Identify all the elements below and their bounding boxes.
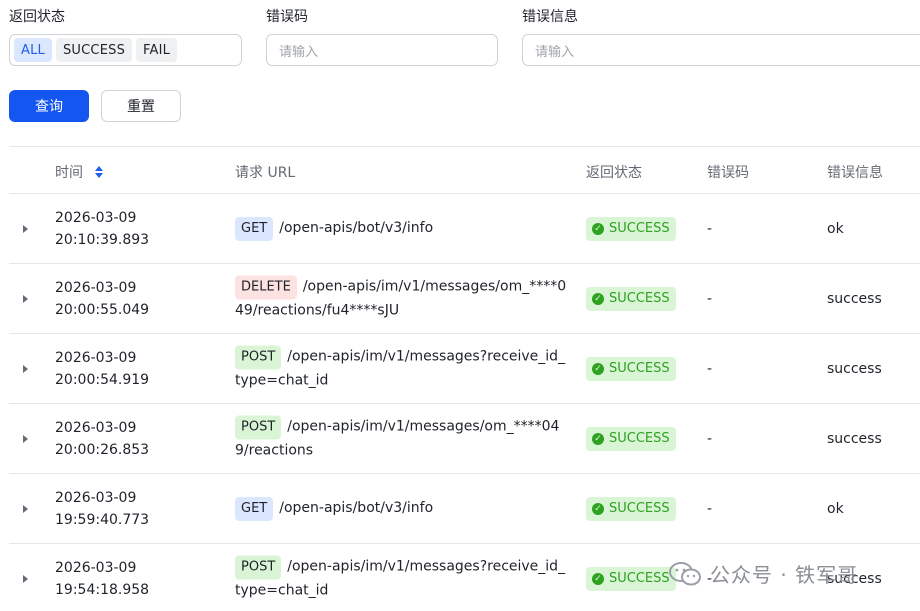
request-date: 2026-03-09 [55, 349, 137, 366]
table-header: 时间 请求 URL 返回状态 错误码 错误信息 [9, 146, 920, 194]
wechat-icon [668, 561, 702, 587]
request-clock: 20:00:55.049 [55, 301, 150, 318]
table-row[interactable]: 2026-03-09 20:00:54.919 POST/open-apis/im/… [9, 334, 920, 404]
request-url: GET/open-apis/bot/v3/info [235, 216, 570, 241]
status-badge: ✓ SUCCESS [586, 566, 676, 591]
http-method-badge: GET [235, 216, 274, 241]
watermark: 公众号 · 铁军哥 [668, 559, 858, 588]
request-date: 2026-03-09 [55, 559, 137, 576]
request-time: 2026-03-09 20:00:54.919 [55, 347, 149, 391]
error-code-value: - [707, 360, 713, 377]
table-row[interactable]: 2026-03-09 19:59:40.773 GET/open-apis/bot/… [9, 474, 920, 544]
error-code-filter-label: 错误码 [266, 9, 308, 25]
request-date: 2026-03-09 [55, 419, 137, 436]
watermark-text: 公众号 · 铁军哥 [710, 563, 859, 587]
check-circle-icon: ✓ [592, 432, 604, 445]
request-clock: 19:59:40.773 [55, 511, 150, 528]
expand-row-icon[interactable] [23, 504, 28, 513]
status-badge: ✓ SUCCESS [586, 496, 676, 521]
http-method-badge: POST [235, 415, 282, 439]
status-text: SUCCESS [609, 431, 670, 446]
check-circle-icon: ✓ [592, 222, 604, 235]
check-circle-icon: ✓ [592, 572, 604, 585]
request-url-path: /open-apis/bot/v3/info [279, 219, 434, 236]
expand-row-icon[interactable] [23, 434, 28, 443]
request-date: 2026-03-09 [55, 279, 137, 296]
column-time-label: 时间 [55, 165, 83, 181]
check-circle-icon: ✓ [592, 362, 604, 375]
status-text: SUCCESS [609, 571, 670, 586]
status-text: SUCCESS [609, 291, 670, 306]
request-time: 2026-03-09 20:00:55.049 [55, 277, 149, 321]
expand-row-icon[interactable] [23, 574, 28, 583]
status-option-fail[interactable]: FAIL [136, 38, 178, 62]
request-date: 2026-03-09 [55, 489, 137, 506]
status-option-all[interactable]: ALL [14, 38, 52, 62]
check-circle-icon: ✓ [592, 502, 604, 515]
request-url: GET/open-apis/bot/v3/info [235, 496, 570, 521]
status-badge: ✓ SUCCESS [586, 286, 676, 311]
request-time: 2026-03-09 20:00:26.853 [55, 417, 149, 461]
request-url: POST/open-apis/im/v1/messages/om_****049… [235, 415, 570, 462]
request-url-path: /open-apis/im/v1/messages?receive_id_typ… [235, 558, 566, 598]
expand-row-icon[interactable] [23, 224, 28, 233]
error-msg-input[interactable]: 请输入 [522, 34, 920, 66]
error-code-value: - [707, 500, 713, 517]
status-text: SUCCESS [609, 361, 670, 376]
http-method-badge: POST [235, 345, 282, 369]
http-method-badge: GET [235, 496, 274, 521]
request-url-path: /open-apis/im/v1/messages?receive_id_typ… [235, 348, 566, 388]
table-row[interactable]: 2026-03-09 20:00:26.853 POST/open-apis/im/… [9, 404, 920, 474]
status-filter-label: 返回状态 [9, 9, 65, 25]
column-error-code: 错误码 [707, 165, 749, 181]
request-url-path: /open-apis/bot/v3/info [279, 499, 434, 516]
request-url: POST/open-apis/im/v1/messages?receive_id… [235, 345, 570, 392]
request-url: DELETE/open-apis/im/v1/messages/om_****0… [235, 275, 570, 322]
request-clock: 19:54:18.958 [55, 581, 150, 598]
error-msg-filter-label: 错误信息 [522, 9, 578, 25]
error-msg-value: success [827, 360, 882, 377]
table-row[interactable]: 2026-03-09 20:10:39.893 GET/open-apis/bot/… [9, 194, 920, 264]
request-url-path: /open-apis/im/v1/messages/om_****049/rea… [235, 418, 560, 458]
column-error-msg: 错误信息 [827, 165, 883, 181]
request-clock: 20:10:39.893 [55, 231, 150, 248]
column-status: 返回状态 [586, 165, 642, 181]
error-code-value: - [707, 430, 713, 447]
request-log-table: 时间 请求 URL 返回状态 错误码 错误信息 2026-03-09 20:10:… [9, 146, 920, 611]
sort-icon[interactable] [95, 166, 104, 178]
column-url: 请求 URL [235, 165, 296, 181]
column-time[interactable]: 时间 [55, 162, 104, 182]
request-clock: 20:00:54.919 [55, 371, 150, 388]
expand-row-icon[interactable] [23, 364, 28, 373]
status-badge: ✓ SUCCESS [586, 216, 676, 241]
request-clock: 20:00:26.853 [55, 441, 150, 458]
status-selector[interactable]: ALL SUCCESS FAIL [9, 34, 242, 66]
error-code-value: - [707, 220, 713, 237]
error-msg-value: ok [827, 500, 844, 517]
request-date: 2026-03-09 [55, 209, 137, 226]
check-circle-icon: ✓ [592, 292, 604, 305]
request-time: 2026-03-09 19:59:40.773 [55, 487, 149, 531]
error-msg-value: success [827, 430, 882, 447]
error-code-input[interactable]: 请输入 [266, 34, 498, 66]
expand-row-icon[interactable] [23, 294, 28, 303]
http-method-badge: POST [235, 555, 282, 579]
status-text: SUCCESS [609, 221, 670, 236]
status-badge: ✓ SUCCESS [586, 356, 676, 381]
http-method-badge: DELETE [235, 275, 297, 299]
error-code-value: - [707, 290, 713, 307]
query-button[interactable]: 查询 [9, 90, 89, 122]
request-url: POST/open-apis/im/v1/messages?receive_id… [235, 555, 570, 602]
request-time: 2026-03-09 19:54:18.958 [55, 557, 149, 601]
error-msg-value: success [827, 290, 882, 307]
reset-button[interactable]: 重置 [101, 90, 181, 122]
table-row[interactable]: 2026-03-09 20:00:55.049 DELETE/open-apis/i… [9, 264, 920, 334]
status-option-success[interactable]: SUCCESS [55, 38, 133, 62]
status-badge: ✓ SUCCESS [586, 426, 676, 451]
error-msg-value: ok [827, 220, 844, 237]
status-text: SUCCESS [609, 501, 670, 516]
request-time: 2026-03-09 20:10:39.893 [55, 207, 149, 251]
